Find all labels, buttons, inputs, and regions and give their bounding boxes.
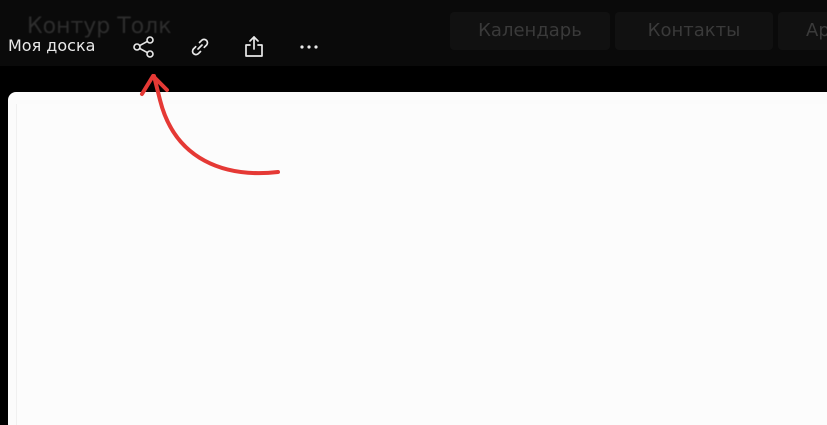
more-icon[interactable] [296, 34, 322, 60]
share-icon[interactable] [131, 34, 157, 60]
board-canvas[interactable] [8, 92, 827, 425]
background-tab-partial: Ар [778, 12, 827, 50]
link-icon[interactable] [187, 34, 213, 60]
board-toolbar: Моя доска [0, 26, 360, 68]
board-canvas-surface[interactable] [16, 104, 827, 425]
background-tab-contacts: Контакты [615, 12, 773, 50]
export-icon[interactable] [241, 34, 267, 60]
background-tab-calendar: Календарь [450, 12, 610, 50]
app-window: Контур Толк Календарь Контакты Ар Моя до… [0, 0, 827, 425]
board-title[interactable]: Моя доска [8, 36, 95, 55]
